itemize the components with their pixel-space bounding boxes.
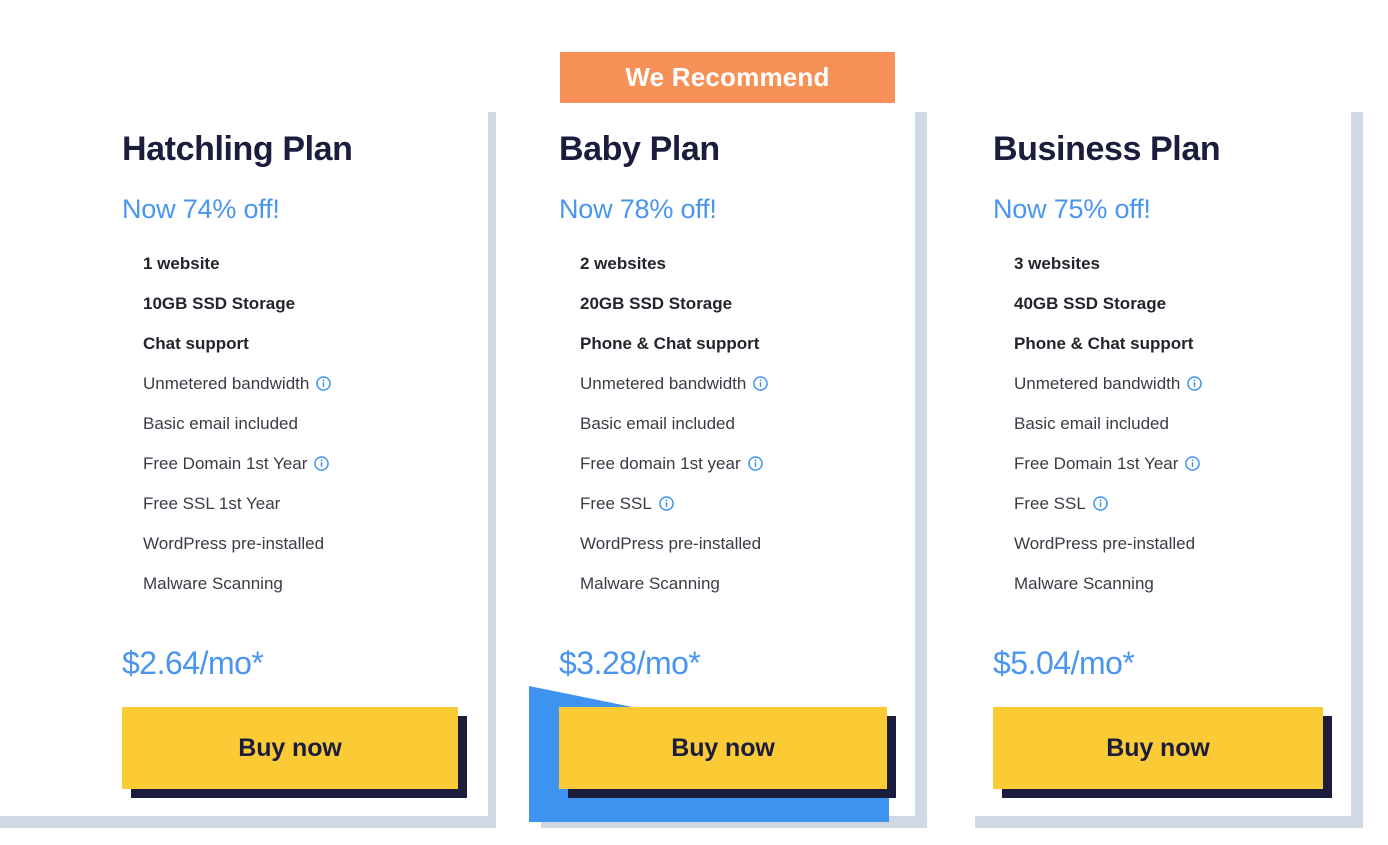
pricing-plans-page: We Recommend Hatchling Plan Now 74% off!…	[0, 0, 1388, 845]
plan-content-business: Business Plan Now 75% off! 3 websites 40…	[993, 130, 1345, 603]
feature-label: 1 website	[143, 253, 220, 273]
feature-item: Free Domain 1st Year	[1014, 455, 1345, 495]
feature-item: Unmetered bandwidth	[580, 375, 911, 415]
feature-label: Unmetered bandwidth	[580, 373, 747, 393]
feature-item: Basic email included	[143, 415, 482, 455]
info-icon[interactable]	[1185, 455, 1201, 471]
feature-label: Free SSL	[1014, 493, 1086, 513]
feature-label: Malware Scanning	[1014, 573, 1154, 593]
feature-label: WordPress pre-installed	[143, 533, 325, 553]
feature-item: Malware Scanning	[143, 575, 482, 615]
plan-price: $5.04/mo*	[993, 645, 1135, 681]
feature-label: Malware Scanning	[143, 573, 283, 593]
feature-item: Malware Scanning	[1014, 575, 1345, 598]
plan-discount: Now 74% off!	[122, 193, 280, 224]
buy-now-button[interactable]: Buy now	[122, 707, 458, 789]
plan-price: $3.28/mo*	[559, 645, 701, 681]
feature-label: Basic email included	[580, 413, 735, 433]
feature-item: Free domain 1st year	[580, 455, 911, 495]
feature-item: 3 websites	[1014, 255, 1345, 295]
feature-label: Free Domain 1st Year	[1014, 453, 1179, 473]
feature-label: Free SSL 1st Year	[143, 493, 281, 513]
feature-label: 20GB SSD Storage	[580, 293, 733, 313]
buy-now-wrapper: Buy now	[122, 707, 467, 798]
feature-item: Unmetered bandwidth	[143, 375, 482, 415]
recommend-banner-label: We Recommend	[625, 62, 830, 92]
feature-label: Free domain 1st year	[580, 453, 741, 473]
feature-label: Chat support	[143, 333, 249, 353]
plan-discount: Now 78% off!	[559, 193, 717, 224]
feature-list: 1 website 10GB SSD Storage Chat support …	[122, 225, 482, 615]
feature-item: 1 website	[143, 255, 482, 295]
plan-content-hatchling: Hatchling Plan Now 74% off! 1 website 10…	[122, 130, 482, 615]
feature-item: Free SSL	[1014, 495, 1345, 535]
feature-label: Free SSL	[580, 493, 652, 513]
feature-item: Basic email included	[1014, 415, 1345, 455]
info-icon[interactable]	[1187, 375, 1203, 391]
buy-now-button[interactable]: Buy now	[993, 707, 1323, 789]
feature-item: Phone & Chat support	[580, 335, 911, 375]
buy-now-button[interactable]: Buy now	[559, 707, 887, 789]
feature-item: Chat support	[143, 335, 482, 375]
feature-label: Basic email included	[1014, 413, 1169, 433]
plan-title: Hatchling Plan	[122, 130, 353, 168]
feature-item: Phone & Chat support	[1014, 335, 1345, 375]
feature-label: Phone & Chat support	[580, 333, 760, 353]
info-icon[interactable]	[753, 375, 769, 391]
info-icon[interactable]	[659, 495, 674, 511]
feature-item: Malware Scanning	[580, 575, 911, 615]
feature-label: Unmetered bandwidth	[143, 373, 310, 393]
feature-item: 20GB SSD Storage	[580, 295, 911, 335]
info-icon[interactable]	[314, 455, 330, 471]
feature-label: Free Domain 1st Year	[143, 453, 308, 473]
feature-item: WordPress pre-installed	[1014, 535, 1345, 575]
feature-item: Unmetered bandwidth	[1014, 375, 1345, 415]
feature-label: WordPress pre-installed	[1014, 533, 1196, 553]
feature-label: 3 websites	[1014, 253, 1100, 273]
info-icon[interactable]	[1093, 495, 1108, 511]
feature-label: Unmetered bandwidth	[1014, 373, 1181, 393]
feature-item: 10GB SSD Storage	[143, 295, 482, 335]
feature-item: Free SSL	[580, 495, 911, 535]
buy-now-wrapper: Buy now	[993, 707, 1332, 798]
feature-list: 2 websites 20GB SSD Storage Phone & Chat…	[559, 225, 911, 615]
info-icon[interactable]	[747, 455, 763, 471]
plan-content-baby: Baby Plan Now 78% off! 2 websites 20GB S…	[559, 130, 911, 615]
feature-label: 10GB SSD Storage	[143, 293, 296, 313]
feature-item-clipped: -	[1014, 598, 1345, 603]
feature-item: Free Domain 1st Year	[143, 455, 482, 495]
plan-price: $2.64/mo*	[122, 645, 264, 681]
feature-item: Basic email included	[580, 415, 911, 455]
recommend-banner: We Recommend	[560, 52, 895, 103]
feature-list: 3 websites 40GB SSD Storage Phone & Chat…	[993, 225, 1345, 603]
feature-item: 2 websites	[580, 255, 911, 295]
feature-label: Malware Scanning	[580, 573, 720, 593]
feature-label: WordPress pre-installed	[580, 533, 762, 553]
feature-item: 40GB SSD Storage	[1014, 295, 1345, 335]
feature-item: WordPress pre-installed	[143, 535, 482, 575]
plan-discount: Now 75% off!	[993, 193, 1151, 224]
feature-label: 2 websites	[580, 253, 666, 273]
buy-now-wrapper: Buy now	[559, 707, 896, 798]
info-icon[interactable]	[316, 375, 332, 391]
feature-label: Phone & Chat support	[1014, 333, 1194, 353]
feature-item: Free SSL 1st Year	[143, 495, 482, 535]
plan-title: Baby Plan	[559, 130, 720, 168]
feature-label: 40GB SSD Storage	[1014, 293, 1167, 313]
feature-label: Basic email included	[143, 413, 298, 433]
feature-item: WordPress pre-installed	[580, 535, 911, 575]
plan-title: Business Plan	[993, 130, 1221, 168]
